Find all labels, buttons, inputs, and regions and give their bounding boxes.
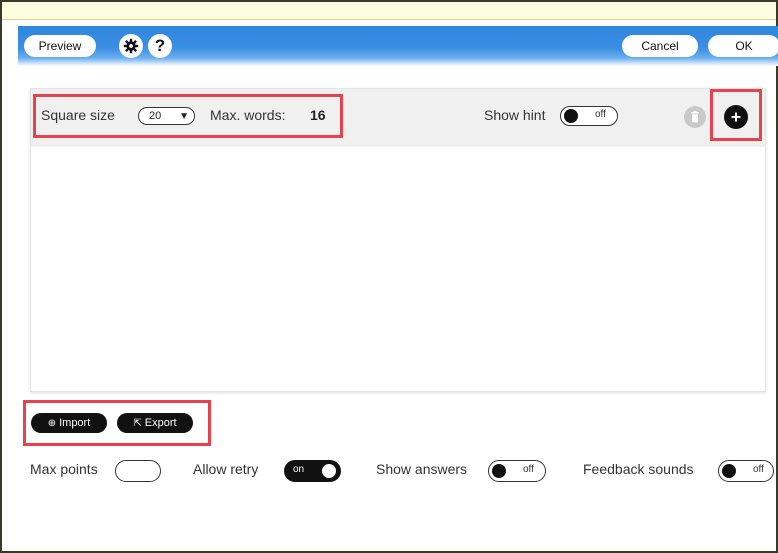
- show-answers-toggle[interactable]: off: [488, 460, 546, 482]
- toggle-knob: [322, 464, 336, 478]
- allow-retry-state: on: [293, 464, 305, 475]
- show-hint-label: Show hint: [484, 107, 546, 123]
- delete-button[interactable]: [684, 106, 706, 128]
- feedback-sounds-state: off: [753, 464, 764, 475]
- toggle-knob: [492, 464, 506, 478]
- toggle-knob: [722, 464, 736, 478]
- show-answers-label: Show answers: [376, 461, 468, 477]
- ok-button[interactable]: OK: [708, 35, 778, 57]
- export-label: Export: [144, 417, 177, 429]
- import-button[interactable]: ⊕ Import: [31, 413, 107, 433]
- show-answers-state: off: [523, 464, 534, 475]
- question-icon: ?: [154, 36, 166, 55]
- allow-retry-toggle[interactable]: on: [284, 460, 341, 482]
- toggle-knob: [564, 109, 578, 123]
- max-points-label: Max points: [30, 461, 98, 477]
- trash-icon: [691, 111, 699, 123]
- gear-icon: [123, 38, 139, 54]
- allow-retry-label: Allow retry: [193, 461, 259, 477]
- cancel-button[interactable]: Cancel: [622, 35, 698, 57]
- highlight-box-add: [710, 89, 762, 141]
- show-hint-state: off: [595, 109, 606, 120]
- top-strip: [2, 2, 776, 20]
- export-icon: ⇱: [133, 417, 142, 429]
- max-points-input[interactable]: [115, 460, 161, 482]
- help-button[interactable]: ?: [148, 34, 172, 58]
- preview-button[interactable]: Preview: [24, 35, 96, 57]
- import-icon: ⊕: [47, 417, 57, 429]
- feedback-sounds-toggle[interactable]: off: [718, 460, 774, 482]
- import-label: Import: [59, 417, 91, 429]
- highlight-box-square-size: [33, 94, 343, 138]
- export-button[interactable]: ⇱ Export: [117, 413, 193, 433]
- show-hint-toggle[interactable]: off: [560, 106, 618, 126]
- toolbar: Preview ? Cancel OK: [18, 26, 778, 66]
- settings-button[interactable]: [119, 34, 143, 58]
- feedback-sounds-label: Feedback sounds: [583, 461, 694, 477]
